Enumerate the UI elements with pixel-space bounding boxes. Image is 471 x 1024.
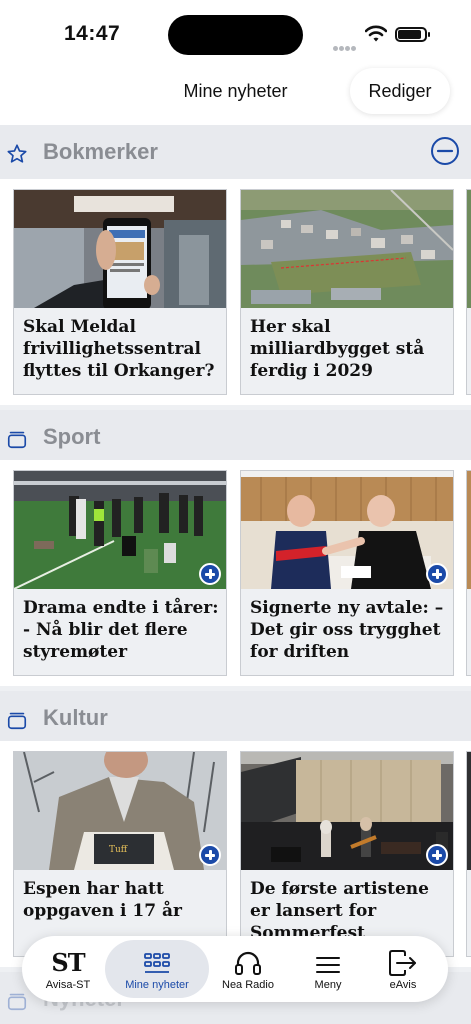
st-logo-icon: ST <box>51 948 85 977</box>
status-time: 14:47 <box>64 22 121 45</box>
add-bookmark-icon[interactable] <box>199 844 221 866</box>
article-card[interactable]: De første artistene er lansert for Somme… <box>240 751 454 957</box>
article-card[interactable]: Signerte ny avtale: – Det gir oss tryggh… <box>240 470 454 676</box>
section-title: Kultur <box>43 705 108 730</box>
article-image <box>241 752 453 870</box>
article-title: Her skal milliardbygget stå ferdig i 202… <box>250 317 425 381</box>
article-image: Tuff <box>14 752 226 870</box>
article-title: De første artistene er lansert for Somme… <box>250 879 429 943</box>
article-title: Espen har hatt oppgaven i 17 år <box>23 879 182 921</box>
stack-icon <box>7 712 27 730</box>
tab-label: Nea Radio <box>222 979 274 991</box>
section-title: Sport <box>43 424 101 449</box>
article-image <box>14 471 226 589</box>
tab-eavis[interactable]: eAvis <box>364 940 442 998</box>
article-title: Signerte ny avtale: – Det gir oss tryggh… <box>250 598 444 662</box>
tab-label: Meny <box>314 979 342 991</box>
article-card-peek[interactable] <box>466 470 471 676</box>
article-card[interactable]: Skal Meldal frivillighetssentral flyttes… <box>13 189 227 395</box>
article-image <box>14 190 226 308</box>
tab-nea-radio[interactable]: Nea Radio <box>210 940 286 998</box>
stack-icon <box>7 431 27 449</box>
article-image <box>241 190 453 308</box>
section-title: Bokmerker <box>43 139 158 164</box>
menu-icon <box>316 957 340 973</box>
grid-icon <box>144 953 170 973</box>
cellular-signal-icon <box>333 38 357 56</box>
article-card[interactable]: Tuff Espen har hatt oppgaven i 17 år <box>13 751 227 957</box>
article-row-bokmerker: Skal Meldal frivillighetssentral flyttes… <box>0 179 471 405</box>
remove-section-icon[interactable] <box>430 136 460 166</box>
add-bookmark-icon[interactable] <box>426 844 448 866</box>
article-title: Skal Meldal frivillighetssentral flyttes… <box>23 317 215 381</box>
tab-bar: ST Avisa-ST Mine nyheter Nea Radio Meny <box>22 936 448 1002</box>
tab-avisa-st[interactable]: ST Avisa-ST <box>28 940 108 998</box>
section-header-bokmerker: Bokmerker <box>0 125 471 179</box>
article-title: Drama endte i tårer: - Nå blir det flere… <box>23 598 219 662</box>
status-bar: 14:47 <box>0 0 471 68</box>
section-header-sport: Sport <box>0 410 471 464</box>
article-row-kultur: Tuff Espen har hatt oppgaven i 17 år De … <box>0 741 471 967</box>
tab-meny[interactable]: Meny <box>288 940 368 998</box>
wifi-icon <box>365 25 387 42</box>
tab-mine-nyheter[interactable]: Mine nyheter <box>105 940 209 998</box>
star-icon <box>7 144 27 163</box>
article-image <box>241 471 453 589</box>
article-card[interactable]: Drama endte i tårer: - Nå blir det flere… <box>13 470 227 676</box>
tab-label: eAvis <box>389 979 417 991</box>
article-card-peek[interactable] <box>466 751 471 957</box>
nav-header: Mine nyheter Rediger <box>0 68 471 125</box>
add-bookmark-icon[interactable] <box>199 563 221 585</box>
svg-text:Tuff: Tuff <box>109 845 128 855</box>
headphones-icon <box>235 951 261 975</box>
add-bookmark-icon[interactable] <box>426 563 448 585</box>
dynamic-island <box>168 15 303 55</box>
tab-label: Mine nyheter <box>125 979 189 991</box>
edit-button[interactable]: Rediger <box>350 68 450 114</box>
section-header-kultur: Kultur <box>0 691 471 745</box>
battery-icon <box>395 27 430 42</box>
stack-icon <box>7 993 27 1011</box>
article-card[interactable]: Her skal milliardbygget stå ferdig i 202… <box>240 189 454 395</box>
exit-icon <box>389 950 416 976</box>
article-row-sport: Drama endte i tårer: - Nå blir det flere… <box>0 460 471 686</box>
tab-label: Avisa-ST <box>45 979 91 991</box>
article-card-peek[interactable] <box>466 189 471 395</box>
